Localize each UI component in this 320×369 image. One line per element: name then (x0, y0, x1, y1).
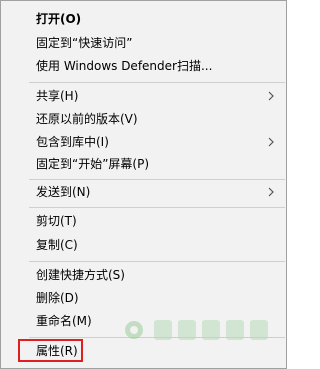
menu-item-share[interactable]: 共享(H) (2, 85, 285, 107)
menu-item-label: 发送到(N) (36, 185, 91, 199)
menu-item-label: 创建快捷方式(S) (36, 268, 125, 282)
menu-item-label: 包含到库中(I) (36, 135, 109, 149)
menu-item-send-to[interactable]: 发送到(N) (2, 181, 285, 203)
menu-item-label: 使用 Windows Defender扫描... (36, 59, 213, 73)
menu-item-label: 固定到“开始”屏幕(P) (36, 157, 150, 171)
menu-item-pin-start[interactable]: 固定到“开始”屏幕(P) (2, 153, 285, 175)
chevron-right-icon (268, 187, 274, 197)
menu-item-label: 打开(O) (36, 12, 82, 26)
menu-item-label: 还原以前的版本(V) (36, 112, 138, 126)
menu-separator (29, 207, 285, 208)
menu-item-include-library[interactable]: 包含到库中(I) (2, 131, 285, 153)
menu-item-cut[interactable]: 剪切(T) (2, 210, 285, 232)
menu-item-copy[interactable]: 复制(C) (2, 234, 285, 256)
menu-item-defender-scan[interactable]: 使用 Windows Defender扫描... (2, 55, 285, 77)
chevron-right-icon (268, 137, 274, 147)
menu-separator (29, 179, 285, 180)
menu-item-label: 固定到“快速访问” (36, 36, 133, 50)
menu-item-label: 复制(C) (36, 238, 78, 252)
properties-highlight-frame (18, 339, 83, 362)
menu-item-label: 剪切(T) (36, 214, 77, 228)
menu-separator (29, 82, 285, 83)
menu-item-label: 删除(D) (36, 291, 79, 305)
menu-separator (29, 261, 285, 262)
menu-item-pin-quick-access[interactable]: 固定到“快速访问” (2, 32, 285, 54)
chevron-right-icon (268, 91, 274, 101)
menu-item-create-shortcut[interactable]: 创建快捷方式(S) (2, 264, 285, 286)
watermark-logo-icon (125, 320, 268, 340)
menu-item-open[interactable]: 打开(O) (2, 8, 285, 30)
menu-item-label: 重命名(M) (36, 314, 92, 328)
menu-item-restore-versions[interactable]: 还原以前的版本(V) (2, 108, 285, 130)
menu-item-label: 共享(H) (36, 89, 79, 103)
